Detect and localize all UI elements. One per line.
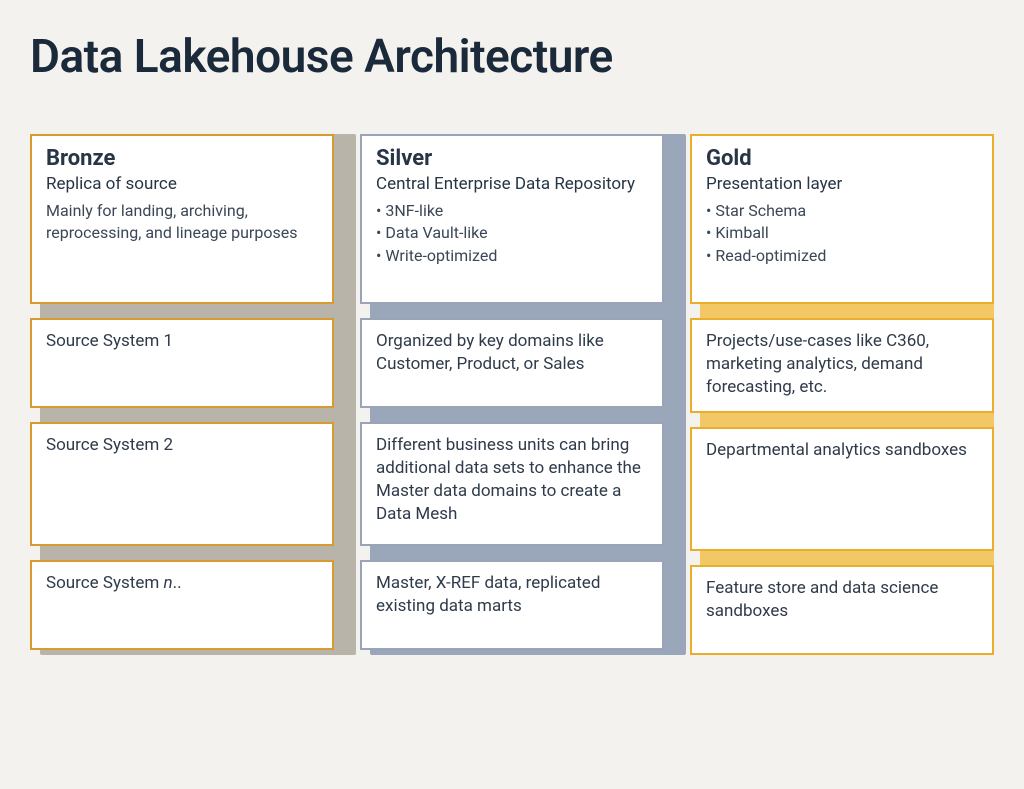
gold-bullet: Star Schema bbox=[706, 200, 978, 222]
silver-header-card: Silver Central Enterprise Data Repositor… bbox=[360, 134, 664, 304]
silver-bullet: 3NF-like bbox=[376, 200, 648, 222]
silver-bullets: 3NF-like Data Vault-like Write-optimized bbox=[376, 200, 648, 267]
gold-item-card: Feature store and data science sandboxes bbox=[690, 565, 994, 655]
silver-item-card: Different business units can bring addit… bbox=[360, 422, 664, 546]
page-title: Data Lakehouse Architecture bbox=[30, 30, 994, 84]
bronze-item-card: Source System 1 bbox=[30, 318, 334, 408]
bronze-description: Mainly for landing, archiving, reprocess… bbox=[46, 200, 318, 243]
bronze-item-card: Source System n.. bbox=[30, 560, 334, 650]
bronze-title: Bronze bbox=[46, 146, 318, 171]
bronze-item-card: Source System 2 bbox=[30, 422, 334, 546]
gold-item-card: Projects/use-cases like C360, marketing … bbox=[690, 318, 994, 413]
silver-item-text: Master, X-REF data, replicated existing … bbox=[376, 572, 648, 618]
silver-bullet: Data Vault-like bbox=[376, 222, 648, 244]
bronze-item-text: Source System 2 bbox=[46, 434, 318, 457]
gold-subtitle: Presentation layer bbox=[706, 173, 978, 196]
gold-item-text: Projects/use-cases like C360, marketing … bbox=[706, 330, 978, 399]
gold-item-text: Departmental analytics sandboxes bbox=[706, 439, 978, 462]
silver-item-text: Organized by key domains like Customer, … bbox=[376, 330, 648, 376]
gold-title: Gold bbox=[706, 146, 978, 171]
gold-item-card: Departmental analytics sandboxes bbox=[690, 427, 994, 551]
bronze-item-text: Source System 1 bbox=[46, 330, 318, 353]
gold-bullet: Kimball bbox=[706, 222, 978, 244]
bronze-item-text: Source System n.. bbox=[46, 572, 318, 595]
silver-title: Silver bbox=[376, 146, 648, 171]
bronze-header-card: Bronze Replica of source Mainly for land… bbox=[30, 134, 334, 304]
silver-item-text: Different business units can bring addit… bbox=[376, 434, 648, 526]
silver-subtitle: Central Enterprise Data Repository bbox=[376, 173, 648, 196]
gold-column: Gold Presentation layer Star Schema Kimb… bbox=[690, 134, 994, 655]
gold-bullet: Read-optimized bbox=[706, 245, 978, 267]
gold-bullets: Star Schema Kimball Read-optimized bbox=[706, 200, 978, 267]
silver-bullet: Write-optimized bbox=[376, 245, 648, 267]
silver-item-card: Master, X-REF data, replicated existing … bbox=[360, 560, 664, 650]
gold-item-text: Feature store and data science sandboxes bbox=[706, 577, 978, 623]
layer-columns: Bronze Replica of source Mainly for land… bbox=[30, 134, 994, 655]
silver-column: Silver Central Enterprise Data Repositor… bbox=[360, 134, 664, 655]
bronze-subtitle: Replica of source bbox=[46, 173, 318, 196]
gold-header-card: Gold Presentation layer Star Schema Kimb… bbox=[690, 134, 994, 304]
bronze-column: Bronze Replica of source Mainly for land… bbox=[30, 134, 334, 655]
silver-item-card: Organized by key domains like Customer, … bbox=[360, 318, 664, 408]
